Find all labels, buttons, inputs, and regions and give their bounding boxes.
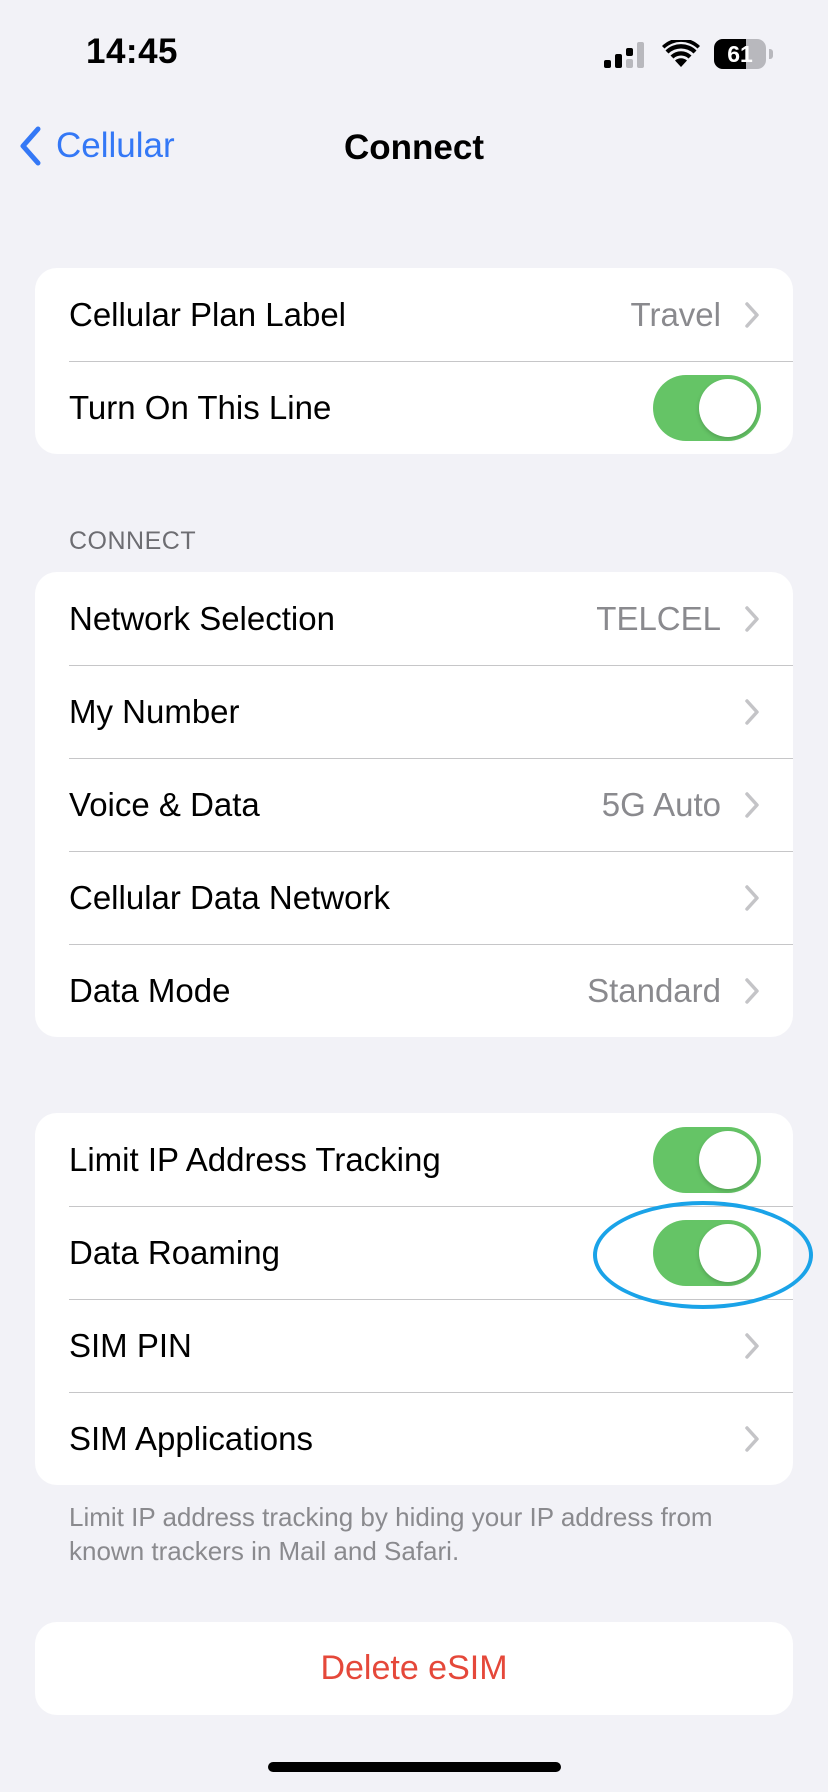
sim-pin-row[interactable]: SIM PIN xyxy=(35,1299,793,1392)
limit-ip-tracking-toggle[interactable] xyxy=(653,1126,761,1193)
chevron-right-icon xyxy=(745,301,759,328)
turn-on-line-row: Turn On This Line xyxy=(35,361,793,454)
row-label: Network Selection xyxy=(69,599,335,637)
data-mode-row[interactable]: Data Mode Standard xyxy=(35,944,793,1037)
chevron-right-icon xyxy=(745,1332,759,1359)
row-label: Limit IP Address Tracking xyxy=(69,1140,441,1178)
battery-level: 61 xyxy=(727,41,753,67)
row-value: TELCEL xyxy=(596,599,721,637)
section-header-connect: CONNECT xyxy=(69,527,197,555)
row-value: 5G Auto xyxy=(601,785,721,823)
sim-applications-row[interactable]: SIM Applications xyxy=(35,1392,793,1485)
cellular-data-network-row[interactable]: Cellular Data Network xyxy=(35,851,793,944)
page-title: Connect xyxy=(344,128,484,167)
limit-ip-footer-note: Limit IP address tracking by hiding your… xyxy=(69,1502,713,1566)
cellular-signal-icon xyxy=(604,42,644,68)
voice-data-row[interactable]: Voice & Data 5G Auto xyxy=(35,758,793,851)
network-selection-row[interactable]: Network Selection TELCEL xyxy=(35,572,793,665)
battery-icon: 61 xyxy=(714,39,773,69)
battery-nub xyxy=(769,49,773,59)
wifi-icon xyxy=(662,40,700,67)
row-value: Travel xyxy=(630,295,721,333)
delete-esim-label: Delete eSIM xyxy=(320,1649,508,1687)
chevron-right-icon xyxy=(745,884,759,911)
row-label: SIM Applications xyxy=(69,1419,313,1457)
row-value: Standard xyxy=(587,971,721,1009)
navigation-bar: Cellular Connect xyxy=(0,110,828,182)
chevron-right-icon xyxy=(745,605,759,632)
home-indicator[interactable] xyxy=(268,1762,561,1772)
row-label: Turn On This Line xyxy=(69,388,332,426)
row-label: Data Roaming xyxy=(69,1233,280,1271)
row-label: My Number xyxy=(69,692,240,730)
my-number-row[interactable]: My Number xyxy=(35,665,793,758)
toggle-knob xyxy=(699,1223,757,1282)
chevron-right-icon xyxy=(745,698,759,725)
toggle-knob xyxy=(699,1130,757,1189)
status-bar: 14:45 61 xyxy=(0,0,828,110)
status-time: 14:45 xyxy=(86,32,179,71)
row-label: Cellular Plan Label xyxy=(69,295,347,333)
row-label: Cellular Data Network xyxy=(69,878,390,916)
row-label: Voice & Data xyxy=(69,785,260,823)
data-roaming-row: Data Roaming xyxy=(35,1206,793,1299)
privacy-sim-group: Limit IP Address Tracking Data Roaming S… xyxy=(35,1113,793,1485)
toggle-knob xyxy=(699,378,757,437)
turn-on-line-toggle[interactable] xyxy=(653,374,761,441)
delete-group: Delete eSIM xyxy=(35,1622,793,1715)
data-roaming-toggle[interactable] xyxy=(653,1219,761,1286)
delete-esim-button[interactable]: Delete eSIM xyxy=(35,1622,793,1715)
battery-body: 61 xyxy=(714,39,766,69)
row-label: Data Mode xyxy=(69,971,231,1009)
chevron-right-icon xyxy=(745,1425,759,1452)
limit-ip-tracking-row: Limit IP Address Tracking xyxy=(35,1113,793,1206)
row-label: SIM PIN xyxy=(69,1326,192,1364)
chevron-right-icon xyxy=(745,977,759,1004)
chevron-right-icon xyxy=(745,791,759,818)
plan-group: Cellular Plan Label Travel Turn On This … xyxy=(35,268,793,454)
connect-group: Network Selection TELCEL My Number Voice… xyxy=(35,572,793,1037)
cellular-plan-label-row[interactable]: Cellular Plan Label Travel xyxy=(35,268,793,361)
